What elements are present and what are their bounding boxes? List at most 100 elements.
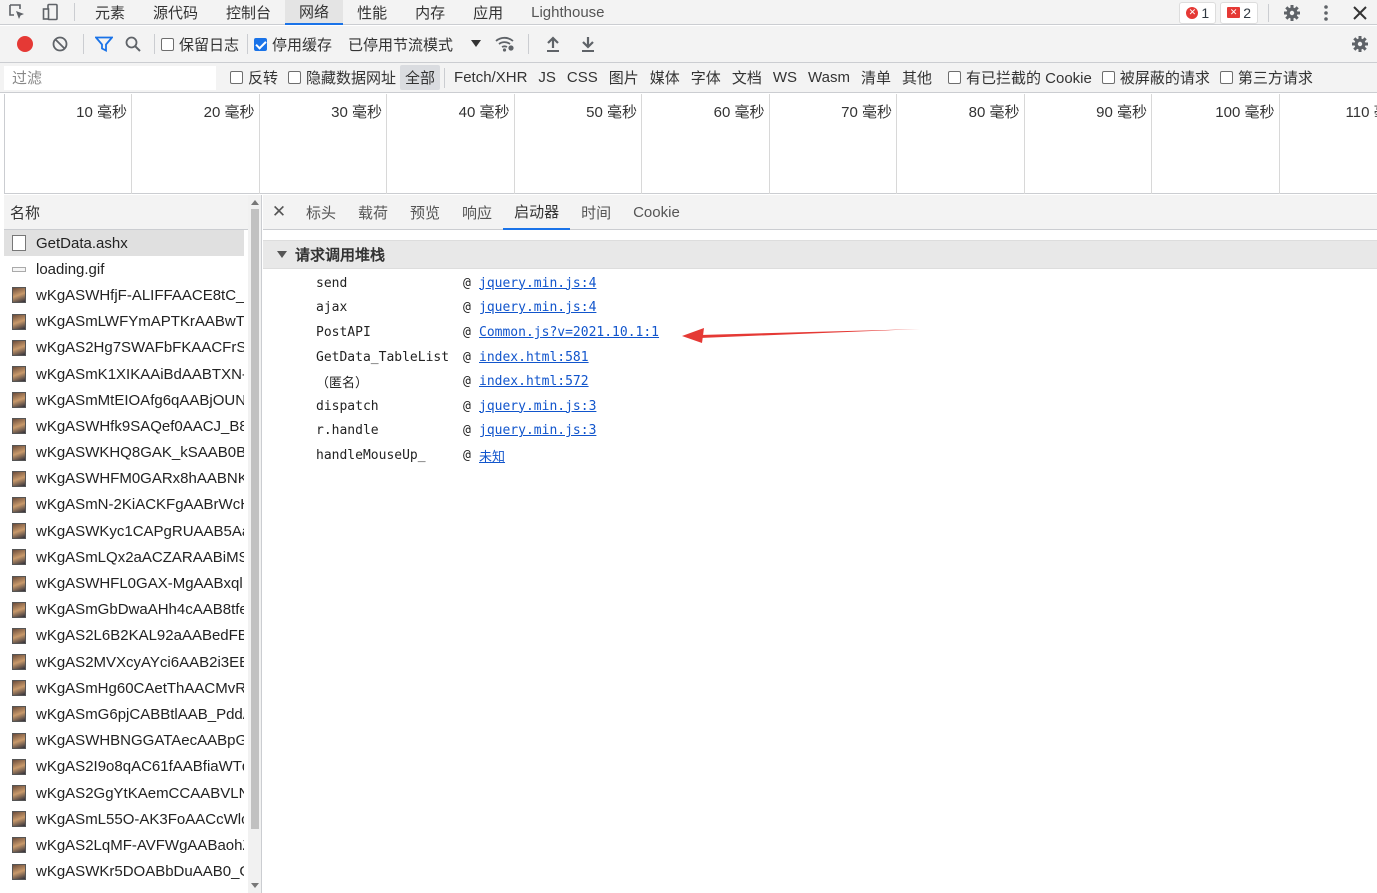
name-column-header[interactable]: 名称 bbox=[4, 195, 261, 230]
tab-sources[interactable]: 源代码 bbox=[139, 0, 212, 25]
search-icon[interactable] bbox=[118, 26, 148, 63]
request-row[interactable]: wKgAS2GgYtKAemCCAABVLN... bbox=[4, 780, 244, 806]
type-filter-css[interactable]: CSS bbox=[562, 67, 603, 88]
frame-function-name: （匿名） bbox=[316, 376, 369, 392]
request-row[interactable]: wKgASWHFL0GAX-MgAABxql... bbox=[4, 570, 244, 596]
export-har-download-icon[interactable] bbox=[570, 26, 605, 63]
request-row[interactable]: wKgASWHfk9SAQef0AACJ_B8L. bbox=[4, 413, 244, 439]
request-row[interactable]: wKgAS2MVXcyAYci6AAB2i3EEn. bbox=[4, 649, 244, 675]
scroll-down-arrow-icon[interactable] bbox=[251, 883, 259, 888]
checkbox-box[interactable] bbox=[254, 37, 268, 51]
close-detail-icon[interactable]: ✕ bbox=[263, 202, 295, 222]
request-list-scrollbar[interactable] bbox=[248, 195, 261, 893]
request-row[interactable]: wKgASmLQx2aACZARAABiMS.. bbox=[4, 544, 244, 570]
third-party-checkbox[interactable]: 第三方请求 bbox=[1219, 67, 1313, 88]
frame-source-link[interactable]: jquery.min.js:3 bbox=[479, 399, 596, 414]
tab-initiator[interactable]: 启动器 bbox=[503, 195, 571, 230]
request-row[interactable]: wKgASWKr5DOABbDuAAB0_G.. bbox=[4, 859, 244, 885]
scroll-up-arrow-icon[interactable] bbox=[251, 200, 259, 205]
frame-source-link[interactable]: index.html:572 bbox=[479, 374, 589, 389]
checkbox-box[interactable] bbox=[1101, 71, 1115, 84]
type-filter-manifest[interactable]: 清单 bbox=[856, 65, 896, 90]
type-filter-img[interactable]: 图片 bbox=[604, 65, 644, 90]
blocked-requests-checkbox[interactable]: 被屏蔽的请求 bbox=[1101, 67, 1210, 88]
checkbox-box[interactable] bbox=[1219, 71, 1233, 84]
tab-preview[interactable]: 预览 bbox=[399, 195, 451, 230]
frame-source-link[interactable]: jquery.min.js:4 bbox=[479, 300, 596, 315]
tab-elements[interactable]: 元素 bbox=[81, 0, 139, 25]
tab-timing[interactable]: 时间 bbox=[570, 195, 622, 230]
request-row[interactable]: wKgASWHFM0GARx8hAABNK2 bbox=[4, 466, 244, 492]
throttling-select[interactable]: 已停用节流模式 bbox=[348, 34, 482, 55]
request-row[interactable]: wKgASWHfjF-ALIFFAACE8tC_bn bbox=[4, 282, 244, 308]
more-options-icon[interactable] bbox=[1309, 0, 1343, 25]
type-filter-media[interactable]: 媒体 bbox=[645, 65, 685, 90]
blocked-cookies-checkbox[interactable]: 有已拦截的 Cookie bbox=[947, 67, 1092, 88]
clear-icon[interactable] bbox=[42, 26, 77, 63]
frame-source-link[interactable]: jquery.min.js:3 bbox=[479, 423, 596, 438]
frame-source-link[interactable]: jquery.min.js:4 bbox=[479, 276, 596, 291]
request-row[interactable]: wKgASmL55O-AK3FoAACcWlc.. bbox=[4, 806, 244, 832]
frame-source-link[interactable]: index.html:581 bbox=[479, 350, 589, 365]
tab-application[interactable]: 应用 bbox=[459, 0, 517, 25]
request-row[interactable]: wKgASWHBNGGATAecAABpG... bbox=[4, 728, 244, 754]
tab-cookies[interactable]: Cookie bbox=[622, 195, 691, 230]
tab-performance[interactable]: 性能 bbox=[343, 0, 401, 25]
inspect-element-icon[interactable] bbox=[0, 0, 34, 25]
type-filter-font[interactable]: 字体 bbox=[686, 65, 726, 90]
tab-memory[interactable]: 内存 bbox=[401, 0, 459, 25]
type-filter-wasm[interactable]: Wasm bbox=[803, 67, 855, 88]
request-row[interactable]: wKgASmMtEIOAfg6qAABjOUN. bbox=[4, 387, 244, 413]
request-row[interactable]: wKgASmG6pjCABBtlAAB_PddA. bbox=[4, 701, 244, 727]
tab-headers[interactable]: 标头 bbox=[295, 195, 347, 230]
checkbox-box[interactable] bbox=[947, 71, 961, 84]
tab-console[interactable]: 控制台 bbox=[212, 0, 285, 25]
request-row[interactable]: wKgASmN-2KiACKFgAABrWcH. bbox=[4, 492, 244, 518]
issues-badge[interactable]: ✕ 2 bbox=[1220, 1, 1258, 24]
frame-source-link[interactable]: 未知 bbox=[479, 446, 505, 465]
close-devtools-icon[interactable] bbox=[1343, 0, 1377, 25]
record-button[interactable] bbox=[7, 26, 42, 63]
request-row[interactable]: wKgAS2Hg7SWAFbFKAACFrSM bbox=[4, 335, 244, 361]
settings-gear-icon[interactable] bbox=[1275, 0, 1309, 25]
request-row[interactable]: wKgASWKHQ8GAK_kSAAB0Bz.. bbox=[4, 440, 244, 466]
request-row[interactable]: wKgASmK1XIKAAiBdAABTXN-5 bbox=[4, 361, 244, 387]
import-har-upload-icon[interactable] bbox=[535, 26, 570, 63]
request-row[interactable]: wKgASmLWFYmAPTKrAABwTSv bbox=[4, 309, 244, 335]
frame-source-link[interactable]: Common.js?v=2021.10.1:1 bbox=[479, 325, 659, 340]
network-settings-gear-icon[interactable] bbox=[1342, 26, 1377, 63]
overview-timeline[interactable]: 10 毫秒 20 毫秒 30 毫秒 40 毫秒 50 毫秒 60 毫秒 70 毫… bbox=[4, 94, 1377, 194]
preserve-log-checkbox[interactable]: 保留日志 bbox=[161, 34, 239, 55]
type-filter-js[interactable]: JS bbox=[533, 67, 561, 88]
request-row[interactable]: wKgASmHg60CAetThAACMvR.. bbox=[4, 675, 244, 701]
request-row[interactable]: wKgASWKyc1CAPgRUAAB5Aao bbox=[4, 518, 244, 544]
device-toolbar-icon[interactable] bbox=[34, 0, 68, 25]
request-row[interactable]: loading.gif bbox=[4, 256, 244, 282]
request-row[interactable]: wKgAS2I9o8qAC61fAABfiaWTd. bbox=[4, 754, 244, 780]
filter-icon[interactable] bbox=[90, 26, 118, 63]
checkbox-box[interactable] bbox=[161, 37, 174, 51]
tab-payload[interactable]: 载荷 bbox=[347, 195, 399, 230]
invert-checkbox[interactable]: 反转 bbox=[230, 67, 278, 88]
tab-lighthouse[interactable]: Lighthouse bbox=[517, 0, 618, 25]
call-stack-section-header[interactable]: 请求调用堆栈 bbox=[263, 240, 1377, 269]
checkbox-box[interactable] bbox=[230, 71, 243, 84]
network-conditions-wifi-icon[interactable] bbox=[487, 26, 522, 63]
tab-network[interactable]: 网络 bbox=[285, 0, 344, 25]
checkbox-box[interactable] bbox=[288, 71, 302, 84]
request-row[interactable]: wKgAS2LqMF-AVFWgAABaohZ. bbox=[4, 832, 244, 858]
errors-badge[interactable]: ✕ 1 bbox=[1179, 1, 1217, 24]
disable-cache-checkbox[interactable]: 停用缓存 bbox=[254, 34, 332, 55]
type-filter-ws[interactable]: WS bbox=[768, 67, 802, 88]
type-filter-all[interactable]: 全部 bbox=[400, 65, 441, 90]
scrollbar-thumb[interactable] bbox=[251, 209, 259, 829]
hide-data-urls-checkbox[interactable]: 隐藏数据网址 bbox=[288, 67, 396, 88]
type-filter-fetch-xhr[interactable]: Fetch/XHR bbox=[449, 67, 532, 88]
filter-input[interactable]: 过滤 bbox=[4, 65, 216, 90]
type-filter-other[interactable]: 其他 bbox=[897, 65, 937, 90]
request-row[interactable]: wKgASmGbDwaAHh4cAAB8tfe. bbox=[4, 597, 244, 623]
request-row[interactable]: GetData.ashx bbox=[4, 230, 244, 257]
type-filter-doc[interactable]: 文档 bbox=[727, 65, 767, 90]
tab-response[interactable]: 响应 bbox=[451, 195, 503, 230]
request-row[interactable]: wKgAS2L6B2KAL92aAABedFBA. bbox=[4, 623, 244, 649]
